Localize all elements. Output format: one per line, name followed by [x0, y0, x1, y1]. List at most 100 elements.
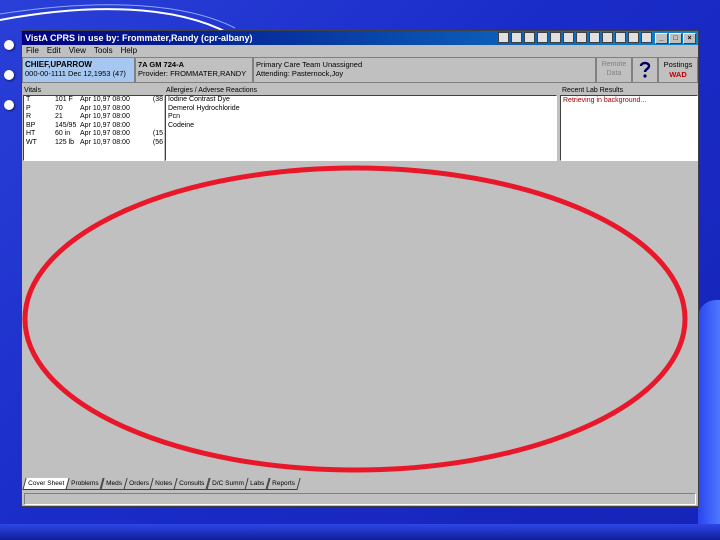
slide-bullet-dot [4, 40, 14, 50]
vital-type: R [26, 113, 32, 120]
menu-bar: File Edit View Tools Help [22, 45, 698, 57]
list-item[interactable]: Pcn [166, 113, 556, 122]
table-row[interactable]: T 101 F Apr 10,97 08:00 (38 [24, 96, 163, 105]
app-icon[interactable] [576, 32, 587, 43]
vital-value: 101 F [54, 96, 73, 103]
encounter-button[interactable]: 7A GM 724-A Provider: FROMMATER,RANDY [135, 57, 253, 83]
postings-button[interactable]: Postings WAD [658, 57, 698, 83]
vital-date: Apr 10,97 08:00 [80, 138, 130, 146]
title-bar[interactable]: VistA CPRS in use by: Frommater,Randy (c… [22, 31, 698, 45]
vital-type: HT [26, 130, 36, 137]
app-icon[interactable] [628, 32, 639, 43]
vital-value: 21 [54, 113, 63, 120]
app-icon[interactable] [602, 32, 613, 43]
vital-value: 60 in [54, 130, 71, 137]
vital-value: 70 [54, 104, 63, 112]
vital-type: WT [26, 138, 37, 146]
slide-side-band [698, 300, 720, 540]
slide-bullet-dot [4, 70, 14, 80]
app-icon[interactable] [641, 32, 652, 43]
tab-label: Reports [271, 480, 295, 487]
app-icon[interactable] [537, 32, 548, 43]
care-team-text: Primary Care Team Unassigned [256, 60, 363, 69]
remote-label: Remote [601, 61, 627, 68]
minimize-button[interactable]: _ [655, 33, 668, 44]
question-mark-icon [639, 61, 651, 78]
vital-extra: (38 [152, 96, 163, 103]
slide-bottom-band [0, 524, 720, 540]
postings-value: WAD [669, 70, 687, 79]
patient-info-bar: CHIEF,UPARROW 000-00-1111 Dec 12,1953 (4… [22, 57, 698, 85]
app-icon[interactable] [563, 32, 574, 43]
app-icon[interactable] [589, 32, 600, 43]
tab-problems[interactable]: Problems [65, 478, 105, 490]
table-row[interactable]: BP 145/95 Apr 10,97 08:00 [24, 122, 163, 131]
allergies-label: Allergies / Adverse Reactions [166, 87, 258, 94]
allergies-list[interactable]: Iodine Contrast Dye Demerol Hydrochlorid… [165, 95, 557, 161]
tab-dc-summ[interactable]: D/C Summ [206, 478, 250, 490]
tab-reports[interactable]: Reports [265, 478, 300, 490]
vitals-label: Vitals [24, 87, 41, 94]
list-item[interactable]: Codeine [166, 122, 556, 131]
table-row[interactable]: HT 60 in Apr 10,97 08:00 (15 [24, 130, 163, 139]
app-icon[interactable] [550, 32, 561, 43]
vital-type: T [26, 96, 31, 103]
vital-extra: (15 [152, 130, 163, 137]
toolbar-icons [498, 32, 652, 43]
menu-file[interactable]: File [26, 45, 39, 57]
vital-extra: (56 [152, 138, 163, 146]
patient-ssn-dob: 000-00-1111 Dec 12,1953 (47) [25, 69, 126, 78]
tab-label: Notes [155, 480, 173, 487]
location-text: 7A GM 724-A [138, 60, 184, 69]
app-icon[interactable] [615, 32, 626, 43]
remote-data-button[interactable]: Remote Data [596, 57, 632, 83]
status-bar [24, 493, 696, 505]
table-row[interactable]: R 21 Apr 10,97 08:00 [24, 113, 163, 122]
tab-consults[interactable]: Consults [173, 478, 211, 490]
patient-select-button[interactable]: CHIEF,UPARROW 000-00-1111 Dec 12,1953 (4… [22, 57, 135, 83]
tab-cover-sheet[interactable]: Cover Sheet [22, 478, 70, 490]
vital-value: 125 lb [54, 138, 75, 146]
list-item[interactable]: Iodine Contrast Dye [166, 96, 556, 105]
attending-text: Attending: Pasternock,Joy [256, 69, 344, 78]
app-icon[interactable] [511, 32, 522, 43]
window-title: VistA CPRS in use by: Frommater,Randy (c… [25, 33, 253, 43]
vitals-list[interactable]: T 101 F Apr 10,97 08:00 (38 P 70 Apr 10,… [23, 95, 164, 161]
vital-date: Apr 10,97 08:00 [80, 96, 130, 103]
table-row[interactable]: P 70 Apr 10,97 08:00 [24, 105, 163, 114]
app-icon[interactable] [498, 32, 509, 43]
tab-label: Problems [71, 480, 99, 487]
vital-date: Apr 10,97 08:00 [80, 104, 130, 112]
postings-label: Postings [663, 60, 693, 69]
slide-bullet-dot [4, 100, 14, 110]
help-button[interactable] [632, 57, 658, 83]
tab-label: D/C Summ [211, 480, 244, 487]
menu-tools[interactable]: Tools [94, 45, 113, 57]
app-icon[interactable] [524, 32, 535, 43]
list-item[interactable]: Demerol Hydrochloride [166, 105, 556, 114]
close-button[interactable]: × [683, 33, 696, 44]
maximize-button[interactable]: □ [669, 33, 682, 44]
vital-date: Apr 10,97 08:00 [80, 121, 130, 129]
primary-care-button[interactable]: Primary Care Team Unassigned Attending: … [253, 57, 596, 83]
labs-list[interactable]: Retrieving in background... [560, 95, 698, 161]
menu-help[interactable]: Help [121, 45, 137, 57]
patient-name: CHIEF,UPARROW [25, 60, 92, 69]
tab-label: Meds [105, 480, 122, 487]
tab-label: Consults [179, 480, 205, 487]
table-row[interactable]: WT 125 lb Apr 10,97 08:00 (56 [24, 139, 163, 148]
vital-value: 145/95 [54, 121, 77, 129]
vital-date: Apr 10,97 08:00 [80, 130, 130, 137]
tab-label: Cover Sheet [28, 480, 65, 487]
cprs-window: VistA CPRS in use by: Frommater,Randy (c… [21, 30, 699, 507]
menu-view[interactable]: View [69, 45, 86, 57]
data-label: Data [606, 70, 622, 77]
vital-date: Apr 10,97 08:00 [80, 113, 130, 120]
tab-label: Labs [250, 480, 265, 487]
menu-edit[interactable]: Edit [47, 45, 61, 57]
vital-type: P [26, 104, 31, 112]
labs-status-text: Retrieving in background... [563, 97, 647, 104]
vital-type: BP [26, 121, 36, 129]
provider-text: Provider: FROMMATER,RANDY [138, 69, 247, 78]
vital-extra [144, 122, 163, 131]
